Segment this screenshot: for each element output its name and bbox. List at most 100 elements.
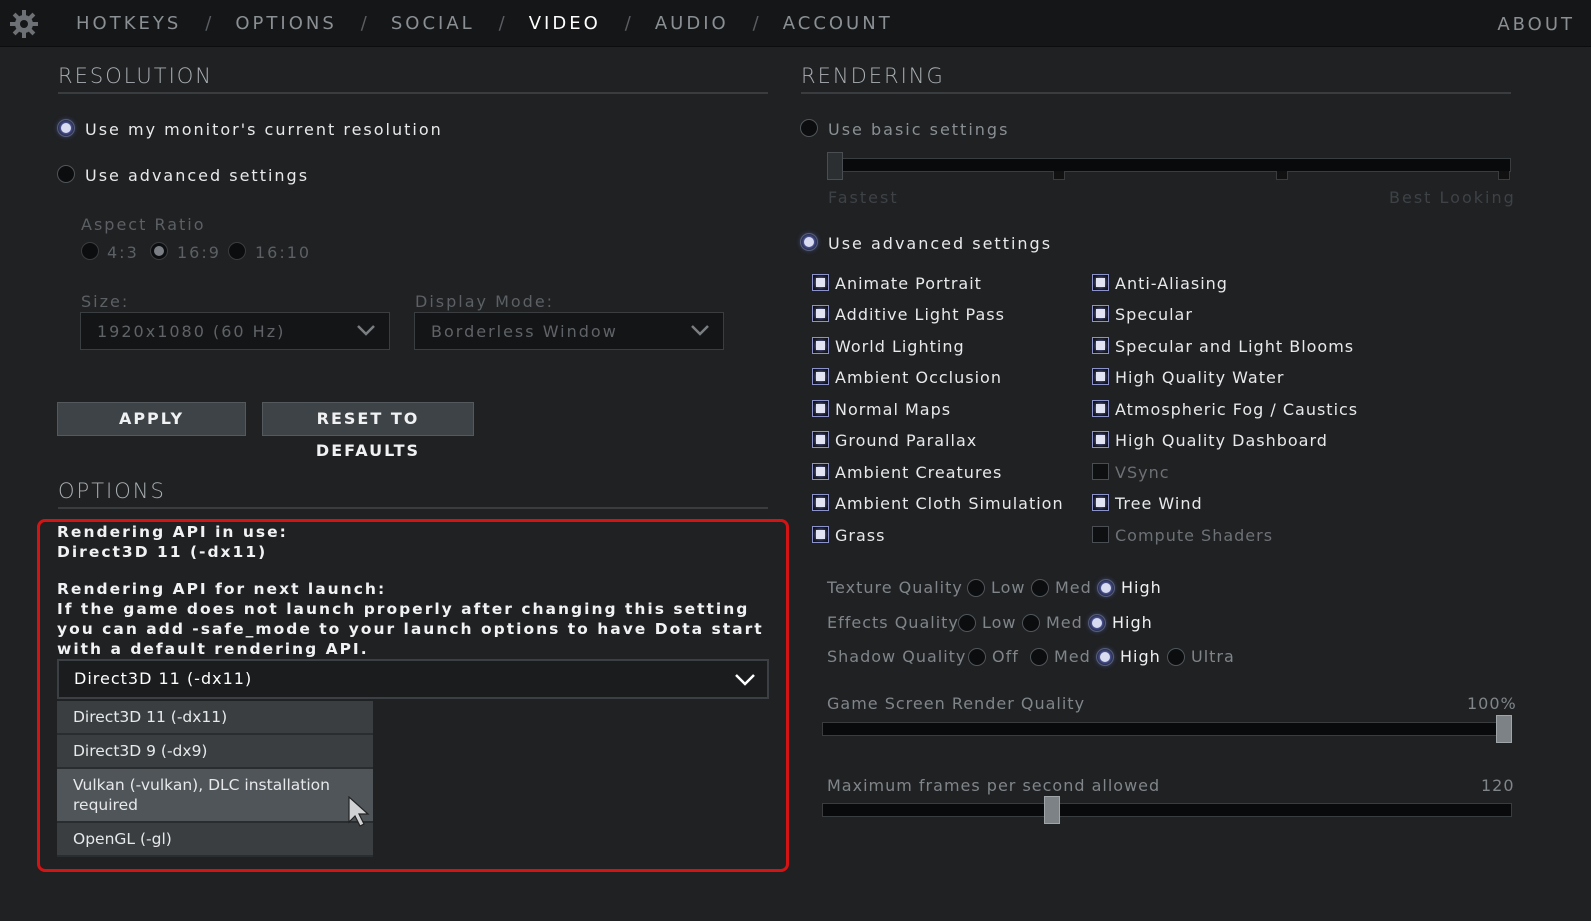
render-quality-slider-track[interactable] <box>822 722 1512 736</box>
menu-item-opengl[interactable]: OpenGL (-gl) <box>57 823 373 857</box>
ambient-cloth-simulation-label[interactable]: Ambient Cloth Simulation <box>835 494 1064 513</box>
reset-to-defaults-button[interactable]: RESET TO DEFAULTS <box>262 402 474 460</box>
radio-aspect-4-3[interactable] <box>81 242 99 260</box>
size-select[interactable]: 1920x1080 (60 Hz) <box>80 312 390 350</box>
texture-med-label[interactable]: Med <box>1055 578 1092 597</box>
radio-shadow-off[interactable] <box>968 648 986 666</box>
radio-effects-high[interactable] <box>1088 614 1106 632</box>
radio-use-advanced-resolution[interactable] <box>57 165 75 183</box>
tab-hotkeys[interactable]: HOTKEYS <box>76 13 181 34</box>
radio-effects-low[interactable] <box>958 614 976 632</box>
tab-options[interactable]: OPTIONS <box>235 13 336 34</box>
tab-about[interactable]: ABOUT <box>1497 14 1575 35</box>
use-advanced-settings-label[interactable]: Use advanced settings <box>828 234 1052 253</box>
tab-audio[interactable]: AUDIO <box>655 13 729 34</box>
display-mode-select[interactable]: Borderless Window <box>414 312 724 350</box>
shadow-ultra-label[interactable]: Ultra <box>1191 647 1235 666</box>
radio-texture-high[interactable] <box>1097 579 1115 597</box>
vsync-label[interactable]: VSync <box>1115 463 1170 482</box>
apply-button[interactable]: APPLY <box>57 402 246 436</box>
radio-shadow-ultra[interactable] <box>1167 648 1185 666</box>
render-quality-slider-thumb[interactable] <box>1496 715 1512 743</box>
checkbox-specular[interactable] <box>1092 305 1109 322</box>
rendering-api-value: Direct3D 11 (-dx11) <box>74 669 253 688</box>
use-basic-settings-label[interactable]: Use basic settings <box>828 120 1009 139</box>
effects-med-label[interactable]: Med <box>1046 613 1083 632</box>
ambient-creatures-label[interactable]: Ambient Creatures <box>835 463 1002 482</box>
options-title: OPTIONS <box>58 479 166 503</box>
tab-social[interactable]: SOCIAL <box>391 13 475 34</box>
effects-low-label[interactable]: Low <box>982 613 1017 632</box>
world-lighting-label[interactable]: World Lighting <box>835 337 965 356</box>
specular-label[interactable]: Specular <box>1115 305 1193 324</box>
gear-icon[interactable] <box>9 9 39 39</box>
radio-use-current-resolution[interactable] <box>57 119 75 137</box>
checkbox-atmospheric-fog[interactable] <box>1092 400 1109 417</box>
checkbox-high-quality-dashboard[interactable] <box>1092 431 1109 448</box>
use-current-resolution-label[interactable]: Use my monitor's current resolution <box>85 120 443 139</box>
checkbox-ambient-creatures[interactable] <box>812 463 829 480</box>
radio-texture-low[interactable] <box>967 579 985 597</box>
texture-high-label[interactable]: High <box>1121 578 1162 597</box>
menu-item-vulkan[interactable]: Vulkan (-vulkan), DLC installation requi… <box>57 769 373 823</box>
rendering-api-select[interactable]: Direct3D 11 (-dx11) <box>57 659 769 699</box>
basic-quality-slider-track[interactable] <box>828 158 1511 172</box>
top-nav-bar: HOTKEYS / OPTIONS / SOCIAL / VIDEO / AUD… <box>0 0 1591 47</box>
basic-quality-slider-thumb[interactable] <box>827 152 843 180</box>
texture-low-label[interactable]: Low <box>991 578 1026 597</box>
checkbox-grass[interactable] <box>812 526 829 543</box>
shadow-high-label[interactable]: High <box>1120 647 1161 666</box>
animate-portrait-label[interactable]: Animate Portrait <box>835 274 982 293</box>
checkbox-tree-wind[interactable] <box>1092 494 1109 511</box>
tree-wind-label[interactable]: Tree Wind <box>1115 494 1203 513</box>
compute-shaders-label[interactable]: Compute Shaders <box>1115 526 1273 545</box>
tab-account[interactable]: ACCOUNT <box>783 13 893 34</box>
checkbox-world-lighting[interactable] <box>812 337 829 354</box>
effects-high-label[interactable]: High <box>1112 613 1153 632</box>
api-in-use-label: Rendering API in use: <box>57 523 288 541</box>
max-fps-slider-track[interactable] <box>822 803 1512 817</box>
effects-quality-label: Effects Quality <box>827 613 959 632</box>
radio-aspect-16-9[interactable] <box>150 242 168 260</box>
nav-separator: / <box>205 12 212 34</box>
checkbox-anti-aliasing[interactable] <box>1092 274 1109 291</box>
shadow-quality-label: Shadow Quality <box>827 647 967 666</box>
render-quality-value: 100% <box>1467 694 1517 713</box>
radio-shadow-med[interactable] <box>1030 648 1048 666</box>
checkbox-ambient-cloth-simulation[interactable] <box>812 494 829 511</box>
radio-use-basic-settings[interactable] <box>800 119 818 137</box>
shadow-med-label[interactable]: Med <box>1054 647 1091 666</box>
tab-video[interactable]: VIDEO <box>529 13 601 34</box>
checkbox-vsync[interactable] <box>1092 463 1109 480</box>
checkbox-high-quality-water[interactable] <box>1092 368 1109 385</box>
radio-effects-med[interactable] <box>1022 614 1040 632</box>
max-fps-label: Maximum frames per second allowed <box>827 776 1161 795</box>
checkbox-normal-maps[interactable] <box>812 400 829 417</box>
radio-aspect-16-10[interactable] <box>228 242 246 260</box>
checkbox-ground-parallax[interactable] <box>812 431 829 448</box>
use-advanced-resolution-label[interactable]: Use advanced settings <box>85 166 309 185</box>
checkbox-ambient-occlusion[interactable] <box>812 368 829 385</box>
shadow-off-label[interactable]: Off <box>992 647 1019 666</box>
radio-texture-med[interactable] <box>1031 579 1049 597</box>
ambient-occlusion-label[interactable]: Ambient Occlusion <box>835 368 1002 387</box>
grass-label[interactable]: Grass <box>835 526 885 545</box>
menu-item-dx11[interactable]: Direct3D 11 (-dx11) <box>57 701 373 735</box>
high-quality-dashboard-label[interactable]: High Quality Dashboard <box>1115 431 1328 450</box>
checkbox-compute-shaders[interactable] <box>1092 526 1109 543</box>
anti-aliasing-label[interactable]: Anti-Aliasing <box>1115 274 1228 293</box>
normal-maps-label[interactable]: Normal Maps <box>835 400 951 419</box>
specular-light-blooms-label[interactable]: Specular and Light Blooms <box>1115 337 1354 356</box>
atmospheric-fog-label[interactable]: Atmospheric Fog / Caustics <box>1115 400 1358 419</box>
checkbox-additive-light-pass[interactable] <box>812 305 829 322</box>
ground-parallax-label[interactable]: Ground Parallax <box>835 431 977 450</box>
aspect-16-10-label: 16:10 <box>255 243 312 262</box>
high-quality-water-label[interactable]: High Quality Water <box>1115 368 1284 387</box>
menu-item-dx9[interactable]: Direct3D 9 (-dx9) <box>57 735 373 769</box>
radio-shadow-high[interactable] <box>1096 648 1114 666</box>
additive-light-pass-label[interactable]: Additive Light Pass <box>835 305 1005 324</box>
checkbox-specular-light-blooms[interactable] <box>1092 337 1109 354</box>
max-fps-slider-thumb[interactable] <box>1044 796 1061 824</box>
checkbox-animate-portrait[interactable] <box>812 274 829 291</box>
radio-use-advanced-settings[interactable] <box>800 233 818 251</box>
